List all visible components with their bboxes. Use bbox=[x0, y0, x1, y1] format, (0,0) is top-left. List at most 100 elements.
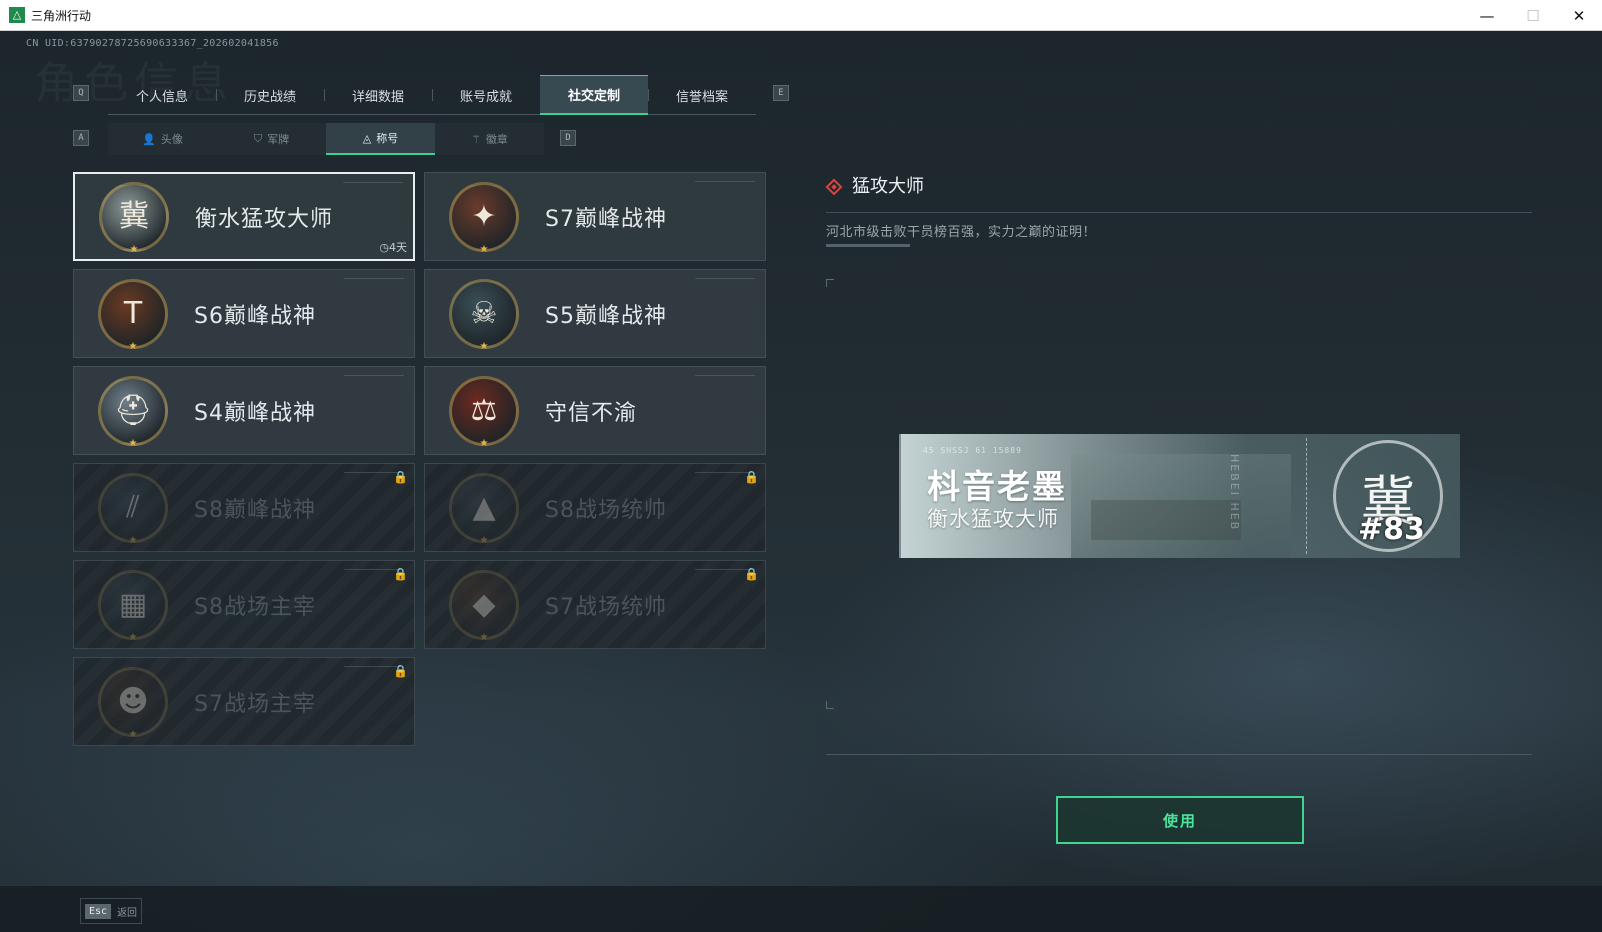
star-icon: ★ bbox=[479, 340, 489, 352]
next-tab-key-hint[interactable]: E bbox=[773, 85, 789, 101]
esc-key-hint: Esc bbox=[85, 903, 112, 919]
star-icon: ★ bbox=[128, 534, 138, 546]
tab-2[interactable]: 详细数据 bbox=[324, 75, 432, 115]
frame-corner bbox=[826, 701, 834, 709]
card-decoration bbox=[343, 182, 403, 183]
game-surface: 角色信息 CN UID:63790278725690633367_2026020… bbox=[0, 31, 1602, 932]
back-button[interactable]: Esc 返回 bbox=[80, 898, 142, 924]
emblem-glyph: ◆ bbox=[472, 586, 496, 622]
title-card[interactable]: ☠ ★ S5巅峰战神 bbox=[424, 269, 766, 358]
detail-frame-bottom bbox=[826, 754, 1532, 755]
star-icon: ★ bbox=[479, 631, 489, 643]
close-button[interactable]: ✕ bbox=[1556, 0, 1602, 31]
title-card[interactable]: ☻ ★ S7战场主宰 🔒 bbox=[73, 657, 415, 746]
plate-scene bbox=[1071, 454, 1291, 558]
subtab-label: 徽章 bbox=[485, 133, 508, 146]
prev-subtab-key-hint[interactable]: A bbox=[73, 130, 89, 146]
tab-5[interactable]: 信誉档案 bbox=[648, 75, 756, 115]
card-decoration bbox=[695, 181, 755, 182]
star-icon: ★ bbox=[129, 243, 139, 255]
minimize-button[interactable]: — bbox=[1464, 0, 1510, 31]
emblem-glyph: ☻ bbox=[117, 683, 149, 719]
subtab-3[interactable]: ⚚ 徽章 bbox=[435, 123, 544, 155]
title-card-label: S5巅峰战神 bbox=[545, 303, 667, 329]
star-icon: ★ bbox=[479, 243, 489, 255]
skull-emblem-icon: ☠ ★ bbox=[449, 278, 519, 352]
card-decoration bbox=[695, 375, 755, 376]
title-card[interactable]: ⫽ ★ S8巅峰战神 🔒 bbox=[73, 463, 415, 552]
emblem-glyph: ⛑ bbox=[113, 392, 153, 428]
card-decoration bbox=[695, 278, 755, 279]
tab-0[interactable]: 个人信息 bbox=[108, 75, 216, 115]
wing-icon: ⚚ bbox=[471, 132, 481, 146]
title-card-label: 衡水猛攻大师 bbox=[195, 206, 334, 232]
diamond-marker-icon bbox=[825, 178, 843, 196]
tab-3[interactable]: 账号成就 bbox=[432, 75, 540, 115]
next-subtab-key-hint[interactable]: D bbox=[560, 130, 576, 146]
subtab-1[interactable]: ⛉ 军牌 bbox=[217, 123, 326, 155]
emblem-glyph: ☠ bbox=[470, 295, 498, 331]
card-decoration bbox=[344, 375, 404, 376]
detail-description: 河北市级击败干员榜百强，实力之巅的证明！ bbox=[826, 225, 1097, 240]
subtab-label: 称号 bbox=[376, 132, 399, 145]
tab-1[interactable]: 历史战绩 bbox=[216, 75, 324, 115]
window-controls: — ☐ ✕ bbox=[1464, 0, 1602, 31]
timer-value: 4天 bbox=[389, 241, 407, 254]
expiry-timer: ◷4天 bbox=[379, 239, 407, 255]
use-button[interactable]: 使用 bbox=[1056, 796, 1304, 844]
title-card[interactable]: ✦ ★ S7巅峰战神 bbox=[424, 172, 766, 261]
star-icon: ★ bbox=[479, 437, 489, 449]
emblem-glyph: ⚖ bbox=[470, 392, 498, 428]
rifle-emblem-icon: ✦ ★ bbox=[449, 181, 519, 255]
title-card[interactable]: 冀 ★ 衡水猛攻大师 ◷4天 bbox=[73, 172, 415, 261]
tab-4[interactable]: 社交定制 bbox=[540, 75, 648, 115]
nameplate-preview: 45 SHSSJ 61 15889 枓音老墨 衡水猛攻大师 HEBEI HEB … bbox=[899, 434, 1460, 558]
app-logo-icon: △ bbox=[9, 7, 25, 23]
plate-vertical-text: HEBEI HEB bbox=[1228, 454, 1241, 532]
subtab-label: 头像 bbox=[160, 133, 183, 146]
star-icon: ★ bbox=[128, 437, 138, 449]
subtab-label: 军牌 bbox=[267, 133, 290, 146]
plate-code: 45 SHSSJ 61 15889 bbox=[923, 446, 1022, 455]
title-card-label: S8巅峰战神 bbox=[194, 497, 316, 523]
plate-rank: #83 bbox=[1358, 512, 1425, 547]
subtab-0[interactable]: 👤 头像 bbox=[108, 123, 217, 155]
title-card[interactable]: T ★ S6巅峰战神 bbox=[73, 269, 415, 358]
star-icon: ★ bbox=[128, 340, 138, 352]
subtab-2[interactable]: ◬ 称号 bbox=[326, 123, 435, 155]
prev-tab-key-hint[interactable]: Q bbox=[73, 85, 89, 101]
star-icon: ★ bbox=[128, 728, 138, 740]
title-card[interactable]: ▦ ★ S8战场主宰 🔒 bbox=[73, 560, 415, 649]
back-label: 返回 bbox=[117, 907, 138, 919]
emblem-glyph: ▲ bbox=[472, 489, 496, 525]
card-decoration bbox=[344, 278, 404, 279]
hebei-emblem-icon: 冀 #83 bbox=[1333, 440, 1443, 552]
scales-emblem-icon: ⚖ ★ bbox=[449, 375, 519, 449]
title-card[interactable]: ▲ ★ S8战场统帅 🔒 bbox=[424, 463, 766, 552]
stripes-emblem-icon: ⫽ ★ bbox=[98, 472, 168, 546]
tank-emblem-icon: ▲ ★ bbox=[449, 472, 519, 546]
person-icon: 👤 bbox=[142, 132, 156, 146]
uid-label: CN UID:63790278725690633367_202602041856 bbox=[26, 38, 279, 49]
rocket-pod-emblem-icon: ▦ ★ bbox=[98, 569, 168, 643]
title-card-label: S7战场主宰 bbox=[194, 691, 316, 717]
detail-description-bar bbox=[826, 244, 910, 247]
emblem-glyph: ✦ bbox=[471, 198, 497, 234]
maximize-button[interactable]: ☐ bbox=[1510, 0, 1556, 31]
frame-corner bbox=[826, 279, 834, 287]
lock-icon: 🔒 bbox=[393, 470, 408, 484]
window-title: 三角洲行动 bbox=[31, 8, 92, 23]
detail-divider bbox=[826, 212, 1532, 213]
emblem-glyph: ⫽ bbox=[126, 489, 140, 525]
detail-title: 猛攻大师 bbox=[852, 176, 924, 197]
title-card[interactable]: ◆ ★ S7战场统帅 🔒 bbox=[424, 560, 766, 649]
title-card[interactable]: ⚖ ★ 守信不渝 bbox=[424, 366, 766, 455]
triangle-badge-icon: ◬ bbox=[362, 131, 372, 145]
plate-dash-divider bbox=[1306, 438, 1307, 554]
lock-icon: 🔒 bbox=[393, 664, 408, 678]
face-emblem-icon: ☻ ★ bbox=[98, 666, 168, 740]
title-card-label: S7战场统帅 bbox=[545, 594, 667, 620]
title-card[interactable]: ⛑ ★ S4巅峰战神 bbox=[73, 366, 415, 455]
lock-icon: 🔒 bbox=[744, 470, 759, 484]
star-icon: ★ bbox=[479, 534, 489, 546]
